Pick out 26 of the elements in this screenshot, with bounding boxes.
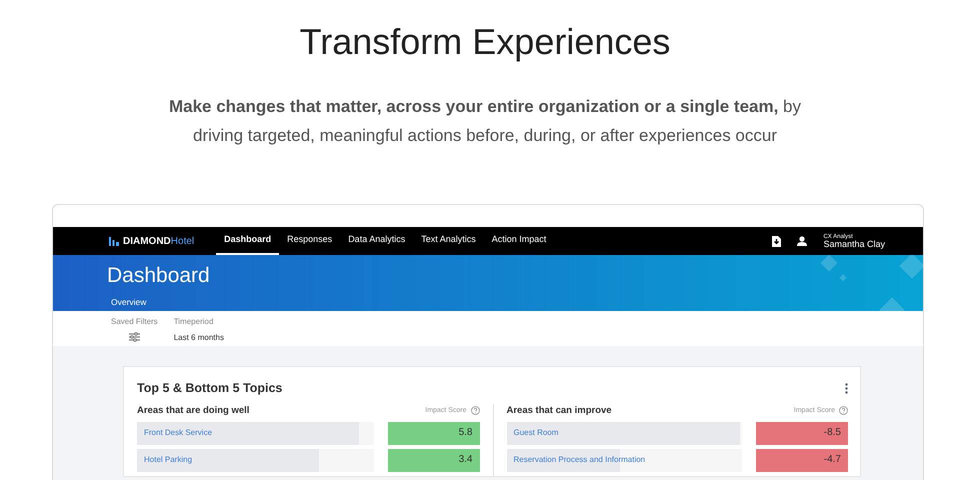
impact-score: -8.5 bbox=[756, 422, 848, 445]
card-title: Top 5 & Bottom 5 Topics bbox=[137, 380, 282, 397]
help-icon[interactable] bbox=[470, 406, 480, 416]
filter-label: Timeperiod bbox=[174, 316, 214, 328]
page-heading: Transform Experiences bbox=[298, 20, 672, 64]
filter-sliders-icon[interactable] bbox=[128, 332, 140, 342]
logo-icon bbox=[109, 236, 120, 246]
section-title: Areas that can improve bbox=[506, 404, 612, 418]
user-name: Samantha Clay bbox=[823, 240, 885, 248]
impact-score: 5.8 bbox=[388, 422, 480, 445]
impact-score: -4.7 bbox=[756, 449, 848, 472]
logo-text: DIAMONDHotel bbox=[123, 234, 194, 248]
more-options-icon[interactable] bbox=[845, 382, 848, 394]
section-title: Areas that are doing well bbox=[137, 404, 250, 418]
help-icon[interactable] bbox=[839, 406, 848, 416]
impact-score: 3.4 bbox=[388, 449, 480, 472]
subtitle-paragraph: Make changes that matter, across your entire organization or a single team, by driving targeted, meaningful actions before, during, or after experiences occur bbox=[168, 96, 802, 147]
nav-tab[interactable]: Responses bbox=[279, 227, 340, 255]
nav-tab[interactable]: Text Analytics bbox=[413, 227, 484, 255]
filter-label: Saved Filters bbox=[111, 316, 158, 328]
nav-tab[interactable]: Action Impact bbox=[484, 227, 554, 255]
user-icon[interactable] bbox=[797, 236, 808, 246]
nav-tab[interactable]: Data Analytics bbox=[340, 227, 414, 255]
download-icon[interactable] bbox=[771, 236, 782, 246]
page-title: Dashboard bbox=[107, 263, 211, 289]
timeperiod-value[interactable]: Last 6 months bbox=[174, 332, 224, 344]
